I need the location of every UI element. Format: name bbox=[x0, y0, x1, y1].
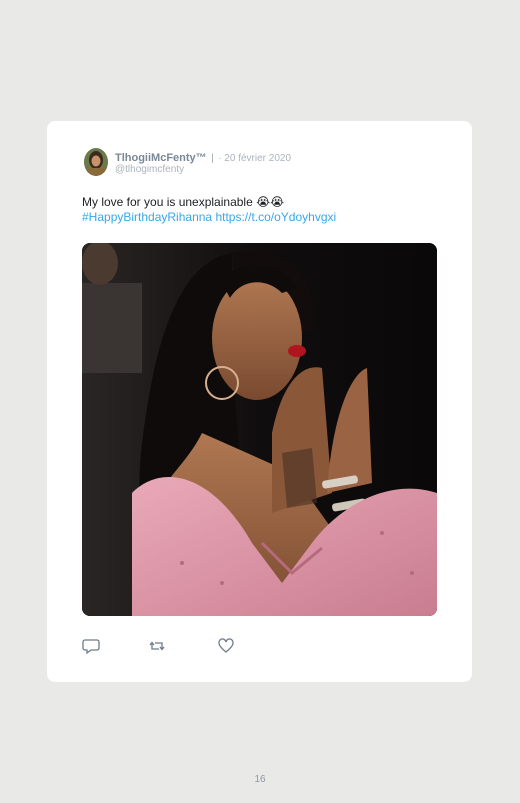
url-link[interactable]: https://t.co/oYdoyhvgxi bbox=[215, 210, 336, 224]
page-number: 16 bbox=[254, 774, 266, 785]
user-handle[interactable]: @tlhogimcfenty bbox=[115, 164, 184, 176]
crying-emoji: 😭😭 bbox=[256, 195, 285, 209]
heart-icon[interactable] bbox=[217, 637, 235, 655]
hashtag-link[interactable]: #HappyBirthdayRihanna bbox=[82, 210, 212, 224]
retweet-icon[interactable] bbox=[148, 637, 166, 655]
tweet-card: TlhogiiMcFenty™ | · 20 février 2020 @tlh… bbox=[47, 121, 472, 682]
tweet-text: My love for you is unexplainable 😭😭 #Hap… bbox=[82, 195, 462, 225]
tweet-date[interactable]: · 20 février 2020 bbox=[218, 153, 291, 164]
tweet-header: TlhogiiMcFenty™ | · 20 février 2020 bbox=[115, 150, 291, 165]
tweet-photo[interactable] bbox=[82, 243, 437, 616]
separator: | bbox=[211, 153, 214, 164]
reply-icon[interactable] bbox=[82, 637, 100, 655]
tweet-body: My love for you is unexplainable bbox=[82, 195, 253, 209]
avatar[interactable] bbox=[84, 148, 108, 176]
display-name[interactable]: TlhogiiMcFenty™ bbox=[115, 152, 207, 164]
